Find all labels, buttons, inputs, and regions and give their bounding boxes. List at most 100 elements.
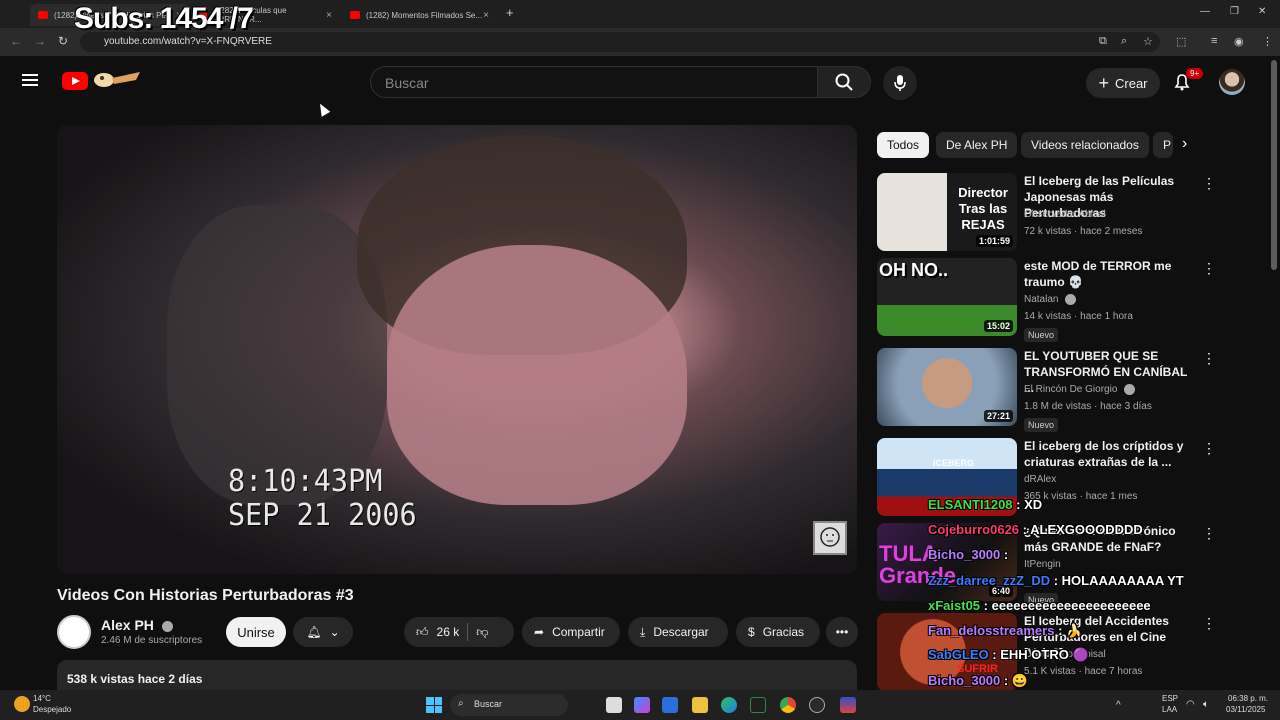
like-icon[interactable]: 👍︎ (416, 625, 429, 640)
channel-name-row[interactable]: Alex PH (101, 617, 173, 633)
new-tab-icon[interactable]: + (506, 5, 514, 20)
rec-channel[interactable]: dRAlex (1024, 474, 1056, 485)
app-icon[interactable] (840, 697, 856, 713)
clock-date[interactable]: 03/11/2025 (1226, 705, 1265, 714)
chip-partial[interactable]: P (1153, 132, 1173, 158)
video-thumbnail[interactable]: Director Tras las REJAS 1:01:59 (877, 173, 1017, 251)
forward-icon[interactable]: → (34, 34, 46, 48)
browser-menu-icon[interactable]: ⋮ (1262, 35, 1273, 48)
chat-username: Zzz_darree_zzZ_DD (928, 573, 1051, 588)
more-vertical-icon[interactable]: ⋮ (1202, 615, 1216, 632)
video-thumbnail[interactable]: 27:21 (877, 348, 1017, 426)
more-vertical-icon[interactable]: ⋮ (1202, 175, 1216, 192)
close-tab-icon[interactable]: × (326, 10, 332, 21)
volume-icon[interactable]: 🔈︎ (1203, 699, 1209, 710)
share-button[interactable]: ➦ Compartir (522, 617, 620, 647)
edge-icon[interactable] (721, 697, 737, 713)
dislike-icon[interactable]: 👎︎ (476, 625, 488, 640)
file-explorer-icon[interactable] (692, 697, 708, 713)
minimize-icon[interactable]: — (1200, 6, 1210, 17)
search-button[interactable] (817, 66, 871, 98)
wifi-icon[interactable]: ◠ (1186, 699, 1195, 710)
recommendation-item[interactable]: OH NO.. 15:02 este MOD de TERROR me trau… (877, 258, 1217, 342)
channel-avatar[interactable] (57, 615, 91, 649)
join-button[interactable]: Unirse (226, 617, 286, 647)
input-language[interactable]: ESP (1162, 694, 1178, 703)
task-view-icon[interactable] (606, 697, 622, 713)
tray-chevron-up-icon[interactable]: ^ (1116, 700, 1121, 711)
youtube-logo-icon[interactable] (62, 72, 88, 90)
taskbar-search[interactable]: ⌕ Buscar (450, 694, 568, 716)
back-icon[interactable]: ← (10, 34, 22, 48)
rec-channel-row[interactable]: El Rincón De Giorgio (1024, 384, 1136, 395)
rec-channel[interactable]: Natalan (1024, 294, 1058, 305)
recommendation-item[interactable]: Director Tras las REJAS 1:01:59 El Icebe… (877, 173, 1217, 253)
video-thumbnail[interactable]: OH NO.. 15:02 (877, 258, 1017, 336)
doodle-logo-icon[interactable] (90, 68, 142, 90)
voice-search-button[interactable] (883, 66, 917, 100)
rec-channel-row[interactable]: Natalan (1024, 294, 1077, 305)
create-label: Crear (1115, 75, 1148, 91)
rec-title[interactable]: este MOD de TERROR me traumo 💀 (1024, 258, 1194, 290)
channel-name[interactable]: Alex PH (101, 617, 154, 633)
chat-text: : EHH OTRO 🟣 (988, 647, 1089, 662)
bookmark-star-icon[interactable]: ☆ (1143, 35, 1153, 48)
windows-start-icon[interactable] (426, 697, 442, 713)
reload-icon[interactable]: ↻ (58, 34, 68, 48)
search-placeholder: Buscar (385, 75, 429, 91)
rec-channel[interactable]: ItPengin (1024, 559, 1061, 570)
recommendation-item[interactable]: 27:21 EL YOUTUBER QUE SE TRANSFORMÓ EN C… (877, 348, 1217, 432)
more-vertical-icon[interactable]: ⋮ (1202, 525, 1216, 542)
weather-desc[interactable]: Despejado (33, 705, 71, 714)
chat-message: Zzz_darree_zzZ_DD : HOLAAAAAAAA YT (928, 573, 1184, 588)
hamburger-menu-icon[interactable] (22, 74, 38, 86)
user-avatar[interactable] (1219, 69, 1245, 95)
chip-de-alex-ph[interactable]: De Alex PH (936, 132, 1018, 158)
weather-icon[interactable] (14, 696, 30, 712)
terminal-icon[interactable] (750, 697, 766, 713)
copilot-icon[interactable] (634, 697, 650, 713)
chip-videos-relacionados[interactable]: Videos relacionados (1021, 132, 1149, 158)
page-scrollbar[interactable] (1271, 60, 1277, 270)
weather-temp[interactable]: 14°C (33, 694, 51, 703)
maximize-icon[interactable]: ❐ (1230, 6, 1239, 17)
zoom-icon[interactable]: ⌕ (1121, 35, 1127, 48)
subscribe-bell-button[interactable]: 🔔︎ ⌄ (293, 617, 353, 647)
thumb-text: ICEBERG (933, 458, 975, 468)
download-button[interactable]: ⤓ Descargar (628, 617, 728, 647)
extensions-icon[interactable]: ⬚ (1176, 35, 1186, 48)
youtube-header: Buscar + Crear 9+ (0, 56, 1280, 112)
more-vertical-icon[interactable]: ⋮ (1202, 350, 1216, 367)
close-window-icon[interactable]: ✕ (1258, 6, 1266, 17)
obs-icon[interactable] (809, 697, 825, 713)
new-badge: Nuevo (1024, 418, 1059, 432)
rec-channel[interactable]: El Rincón De Giorgio (1024, 384, 1117, 395)
chat-text: : HOLAAAAAAAA YT (1050, 573, 1184, 588)
chevron-right-icon[interactable]: › (1182, 135, 1187, 153)
like-count[interactable]: 26 k (437, 625, 460, 639)
input-language-sub[interactable]: LAA (1162, 705, 1177, 714)
more-actions-button[interactable]: ••• (826, 617, 858, 647)
thanks-button[interactable]: $ Gracias (736, 617, 820, 647)
store-icon[interactable] (662, 697, 678, 713)
chip-todos[interactable]: Todos (877, 132, 930, 158)
create-button[interactable]: + Crear (1086, 68, 1160, 98)
install-app-icon[interactable]: ⧉ (1099, 35, 1107, 48)
tab-label: (1282) Momentos Filmados Se... (366, 10, 483, 20)
rec-title[interactable]: El iceberg de los críptidos y criaturas … (1024, 438, 1194, 470)
subscriber-count: 2.46 M de suscriptores (101, 635, 203, 646)
video-player[interactable]: 8:10:43PM SEP 21 2006 (57, 125, 857, 574)
more-vertical-icon[interactable]: ⋮ (1202, 260, 1216, 277)
url-text: youtube.com/watch?v=X-FNQRVERE (104, 36, 272, 47)
search-input[interactable]: Buscar (370, 66, 818, 98)
close-tab-icon[interactable]: × (483, 10, 489, 21)
profile-icon[interactable]: ◉ (1234, 35, 1244, 48)
channel-watermark-icon[interactable] (813, 521, 847, 555)
browser-tab-3[interactable]: (1282) Momentos Filmados Se... × (342, 4, 497, 26)
reading-list-icon[interactable]: ≡ (1211, 35, 1217, 47)
chat-message: SabGLEO : EHH OTRO 🟣 (928, 647, 1089, 663)
chrome-icon[interactable] (780, 697, 796, 713)
more-vertical-icon[interactable]: ⋮ (1202, 440, 1216, 457)
clock-time[interactable]: 06:38 p. m. (1228, 694, 1268, 703)
rec-channel[interactable]: Observador Abisal (1024, 209, 1106, 220)
